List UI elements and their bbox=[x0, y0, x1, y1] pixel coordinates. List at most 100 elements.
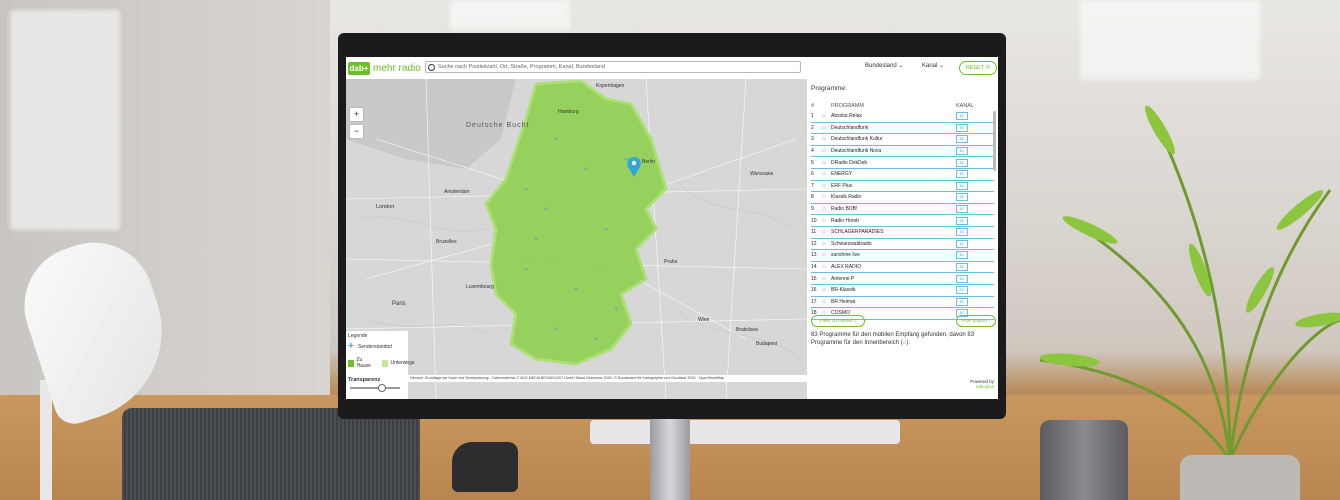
channel-dropdown[interactable]: Kanal ⌄ bbox=[922, 62, 944, 69]
table-row[interactable]: 10 ⌂ Radio Horeb 5C bbox=[811, 215, 994, 227]
coverage-map[interactable]: Deutsche Bucht Hamburg Berlin Warszawa L… bbox=[346, 79, 807, 399]
row-program-name: ENERGY bbox=[831, 171, 853, 178]
row-program-name: SCHLAGERPARADIES bbox=[831, 229, 884, 236]
dab-logo[interactable]: dab+ mehr radio bbox=[348, 62, 421, 75]
results-end: ). bbox=[906, 340, 911, 346]
programs-panel: Programme: # PROGRAMM KANAL 1 ⌂ Absolut Re… bbox=[807, 79, 998, 399]
table-row[interactable]: 14 ⌂ ALEX RADIO 5C bbox=[811, 262, 994, 274]
channel-tag[interactable]: 5C bbox=[956, 297, 968, 306]
map-city-label: Kopenhagen bbox=[596, 83, 625, 89]
map-canvas[interactable] bbox=[346, 79, 807, 399]
reset-label: RESET bbox=[965, 65, 985, 71]
col-num: # bbox=[811, 103, 815, 109]
program-list[interactable]: 1 ⌂ Absolut Relax 5C 2 ⌂ Deutschlandfunk 5C 3 ⌂ De… bbox=[811, 111, 994, 320]
row-number: 6 bbox=[811, 171, 814, 178]
transparency-slider[interactable] bbox=[350, 384, 400, 392]
channel-tag[interactable]: 5C bbox=[956, 239, 968, 248]
transmitter-plus-icon: + bbox=[348, 341, 354, 352]
table-row[interactable]: 12 ⌂ Schwarzwaldradio 5C bbox=[811, 239, 994, 251]
row-program-name: Deutschlandfunk Nova bbox=[831, 148, 882, 155]
table-row[interactable]: 9 ⌂ Radio BOB! 5C bbox=[811, 204, 994, 216]
table-row[interactable]: 13 ⌂ sunshine live 5C bbox=[811, 250, 994, 262]
table-row[interactable]: 6 ⌂ ENERGY 5C bbox=[811, 169, 994, 181]
map-city-label: Hamburg bbox=[558, 109, 579, 115]
table-row[interactable]: 8 ⌂ Klassik Radio 5C bbox=[811, 192, 994, 204]
table-row[interactable]: 5 ⌂ DRadio DokDeb 5C bbox=[811, 157, 994, 169]
channel-tag[interactable]: 5C bbox=[956, 205, 968, 214]
zoom-in-button[interactable]: + bbox=[349, 107, 364, 122]
search-input[interactable]: Suche nach Postleitzahl, Ort, Straße, Pr… bbox=[425, 61, 801, 73]
table-row[interactable]: 7 ⌂ ERF Plus 5C bbox=[811, 181, 994, 193]
map-city-label: Berlin bbox=[642, 159, 655, 165]
search-placeholder: Suche nach Postleitzahl, Ort, Straße, Pr… bbox=[438, 64, 605, 70]
keyboard bbox=[590, 420, 900, 444]
monitor: dab+ mehr radio Suche nach Postleitzahl,… bbox=[338, 33, 1006, 419]
channel-tag[interactable]: 5C bbox=[956, 181, 968, 190]
state-dropdown[interactable]: Bundesland ⌄ bbox=[865, 62, 903, 69]
scrollbar[interactable] bbox=[993, 111, 996, 171]
home-icon: ⌂ bbox=[822, 217, 826, 224]
row-program-name: Radio Horeb bbox=[831, 217, 860, 224]
row-program-name: Deutschlandfunk Kultur bbox=[831, 136, 883, 143]
home-icon: ⌂ bbox=[822, 240, 826, 247]
panel-title: Programme: bbox=[811, 85, 847, 92]
table-row[interactable]: 17 ⌂ BR Heimat 5C bbox=[811, 297, 994, 309]
results-info: 83 Programme für den mobilen Empfang gef… bbox=[811, 331, 996, 347]
app-screen: dab+ mehr radio Suche nach Postleitzahl,… bbox=[346, 57, 998, 399]
table-row[interactable]: 15 ⌂ Antenne P 5C bbox=[811, 273, 994, 285]
channel-tag[interactable]: 5C bbox=[956, 286, 968, 295]
channel-tag[interactable]: 5C bbox=[956, 170, 968, 179]
row-program-name: Deutschlandfunk bbox=[831, 124, 869, 131]
channel-tag[interactable]: 5C bbox=[956, 228, 968, 237]
filter-home-button[interactable]: Filter zu Hause ⌂ bbox=[811, 315, 865, 327]
channel-tag[interactable]: 5C bbox=[956, 216, 968, 225]
channel-tag[interactable]: 5C bbox=[956, 274, 968, 283]
channel-tag[interactable]: 5C bbox=[956, 251, 968, 260]
col-program: PROGRAMM bbox=[831, 103, 864, 109]
row-program-name: Klassik Radio bbox=[831, 194, 862, 201]
row-number: 17 bbox=[811, 298, 817, 305]
pdf-export-button[interactable]: PDF Export › bbox=[956, 315, 996, 327]
channel-tag[interactable]: 5C bbox=[956, 158, 968, 167]
monitor-stand bbox=[650, 416, 690, 500]
slider-handle[interactable] bbox=[378, 384, 386, 392]
chevron-down-icon: ⌄ bbox=[898, 63, 904, 69]
table-row[interactable]: 4 ⌂ Deutschlandfunk Nova 5C bbox=[811, 146, 994, 158]
table-row[interactable]: 1 ⌂ Absolut Relax 5C bbox=[811, 111, 994, 123]
reset-button[interactable]: RESET ⟳ bbox=[959, 61, 997, 75]
lamp-pole bbox=[40, 380, 52, 500]
plant bbox=[1039, 105, 1340, 460]
channel-tag[interactable]: 5C bbox=[956, 123, 968, 132]
row-program-name: Absolut Relax bbox=[831, 113, 862, 120]
row-number: 1 bbox=[811, 113, 814, 120]
map-city-label: London bbox=[376, 204, 395, 210]
channel-tag[interactable]: 5C bbox=[956, 263, 968, 272]
table-row[interactable]: 16 ⌂ BR-Klassik 5C bbox=[811, 285, 994, 297]
legend-swatch-home bbox=[348, 359, 355, 367]
zoom-out-button[interactable]: − bbox=[349, 124, 364, 139]
chevron-down-icon: ⌄ bbox=[939, 63, 945, 69]
logo-box: dab+ bbox=[348, 62, 370, 75]
home-icon: ⌂ bbox=[822, 229, 826, 236]
home-icon: ⌂ bbox=[822, 264, 826, 271]
filter-home-label: Filter zu Hause bbox=[819, 318, 853, 324]
legend-label-transmitter: Senderstandort bbox=[358, 344, 393, 350]
row-number: 16 bbox=[811, 287, 817, 294]
row-number: 7 bbox=[811, 182, 814, 189]
map-city-label: Paris bbox=[392, 301, 406, 307]
channel-tag[interactable]: 5C bbox=[956, 193, 968, 202]
channel-tag[interactable]: 5C bbox=[956, 112, 968, 121]
channel-tag[interactable]: 5C bbox=[956, 135, 968, 144]
table-row[interactable]: 3 ⌂ Deutschlandfunk Kultur 5C bbox=[811, 134, 994, 146]
logo-text: mehr radio bbox=[373, 63, 421, 74]
map-city-label: Bratislava bbox=[736, 327, 758, 333]
row-number: 5 bbox=[811, 159, 814, 166]
map-city-label: Amsterdam bbox=[444, 189, 470, 195]
row-number: 3 bbox=[811, 136, 814, 143]
table-row[interactable]: 11 ⌂ SCHLAGERPARADIES 5C bbox=[811, 227, 994, 239]
channel-tag[interactable]: 5C bbox=[956, 147, 968, 156]
table-row[interactable]: 2 ⌂ Deutschlandfunk 5C bbox=[811, 123, 994, 135]
home-icon: ⌂ bbox=[822, 206, 826, 213]
row-program-name: Radio BOB! bbox=[831, 206, 858, 213]
background-scene: dab+ mehr radio Suche nach Postleitzahl,… bbox=[0, 0, 1340, 500]
